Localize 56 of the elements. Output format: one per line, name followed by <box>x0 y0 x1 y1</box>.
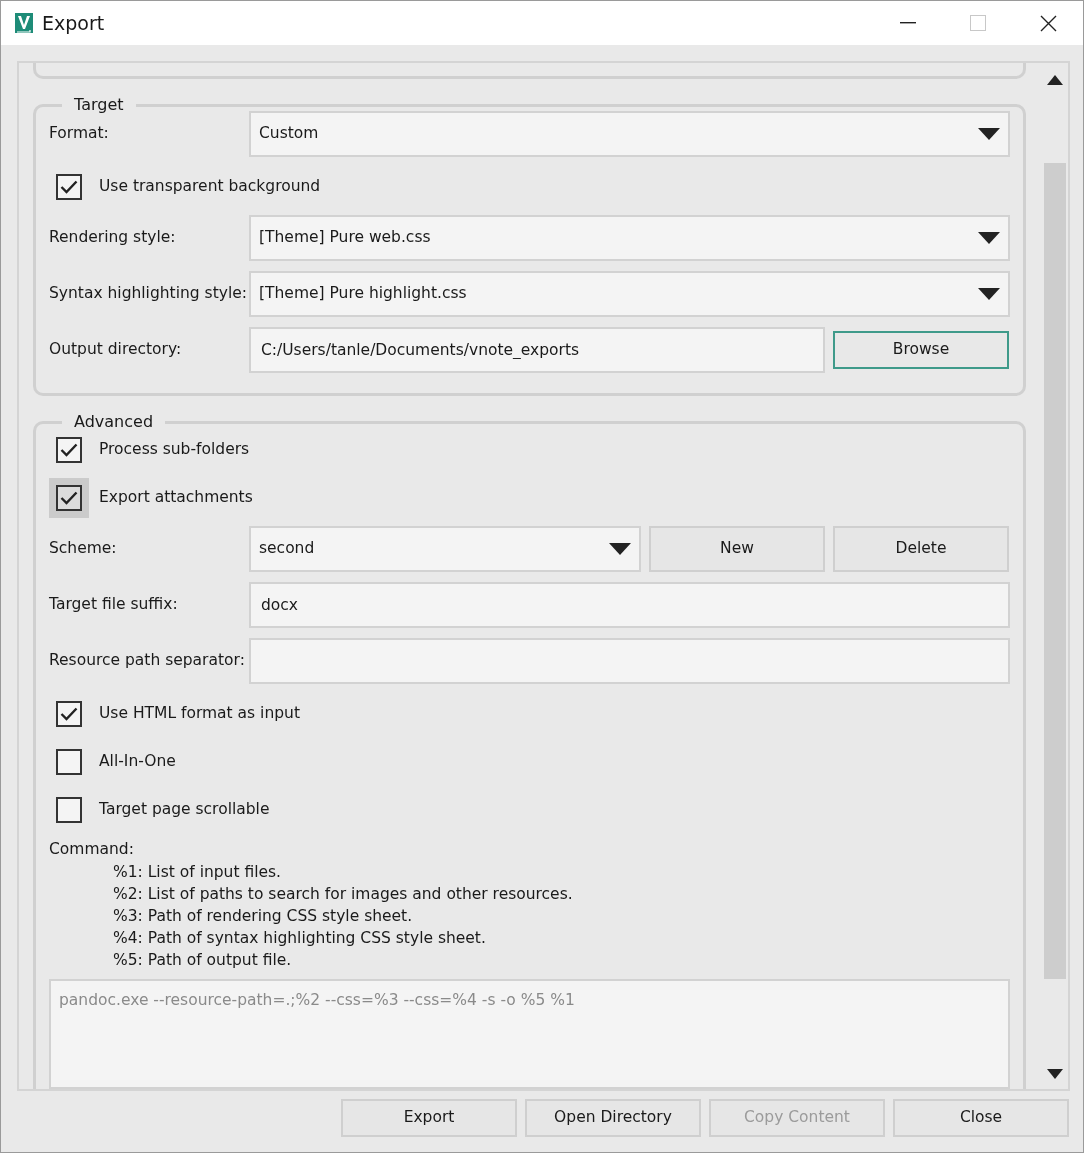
checkbox[interactable] <box>56 485 82 511</box>
checkbox[interactable] <box>56 797 82 823</box>
dropdown[interactable]: Custom <box>249 111 1010 157</box>
check-icon <box>60 180 78 194</box>
help-text: %2: List of paths to search for images and other resources. <box>113 884 574 906</box>
scheme-button[interactable]: Delete <box>833 526 1009 572</box>
dropdown[interactable]: [Theme] Pure highlight.css <box>249 271 1010 317</box>
checkbox-label: Target page scrollable <box>99 799 270 821</box>
dropdown[interactable]: second <box>249 526 641 572</box>
check-icon <box>60 443 78 457</box>
maximize-icon <box>970 15 986 31</box>
scheme-button[interactable]: New <box>649 526 825 572</box>
help-text: %3: Path of rendering CSS style sheet. <box>113 906 414 928</box>
field-label: Format: <box>49 123 110 145</box>
checkbox[interactable] <box>56 749 82 775</box>
checkbox-label: Export attachments <box>99 487 253 509</box>
help-text: %4: Path of syntax highlighting CSS style sheet. <box>113 928 487 950</box>
field-label: Target file suffix: <box>49 594 179 616</box>
field-label: Scheme: <box>49 538 118 560</box>
browse-button[interactable]: Browse <box>833 331 1009 369</box>
checkbox[interactable] <box>56 701 82 727</box>
input-field[interactable]: C:/Users/tanle/Documents/vnote_exports <box>249 327 825 373</box>
scrollbar-thumb[interactable] <box>1044 163 1066 979</box>
field-label: Rendering style: <box>49 227 177 249</box>
close-icon <box>1039 14 1057 32</box>
caret-icon <box>978 128 1000 140</box>
dialog-button[interactable]: Open Directory <box>525 1099 701 1137</box>
check-icon <box>60 491 78 505</box>
group-title: Target <box>73 97 125 113</box>
input-field[interactable]: docx <box>249 582 1010 628</box>
scroll-down-icon[interactable] <box>1047 1069 1063 1079</box>
dialog-button[interactable]: Export <box>341 1099 517 1137</box>
scroll-up-icon[interactable] <box>1047 75 1063 85</box>
help-text: %5: Path of output file. <box>113 950 293 972</box>
field-label: Command: <box>49 839 135 860</box>
group-title: Advanced <box>73 414 155 430</box>
caret-icon <box>609 543 631 555</box>
dropdown[interactable]: [Theme] Pure web.css <box>249 215 1010 261</box>
minimize-icon <box>900 22 916 24</box>
window-title: Export <box>42 10 105 36</box>
caret-icon <box>978 288 1000 300</box>
field-label: Output directory: <box>49 339 183 361</box>
help-text: %1: List of input files. <box>113 862 283 884</box>
checkbox-label: All-In-One <box>99 751 176 773</box>
input-field[interactable] <box>249 638 1010 684</box>
checkbox-label: Use HTML format as input <box>99 703 300 725</box>
caret-icon <box>978 232 1000 244</box>
checkbox[interactable] <box>56 174 82 200</box>
app-logo-icon <box>15 13 33 33</box>
checkbox[interactable] <box>56 437 82 463</box>
dialog-button[interactable]: Close <box>893 1099 1069 1137</box>
check-icon <box>60 707 78 721</box>
field-label: Syntax highlighting style: <box>49 283 248 305</box>
checkbox-label: Use transparent background <box>99 176 321 198</box>
field-label: Resource path separator: <box>49 650 246 672</box>
checkbox-label: Process sub-folders <box>99 439 250 461</box>
